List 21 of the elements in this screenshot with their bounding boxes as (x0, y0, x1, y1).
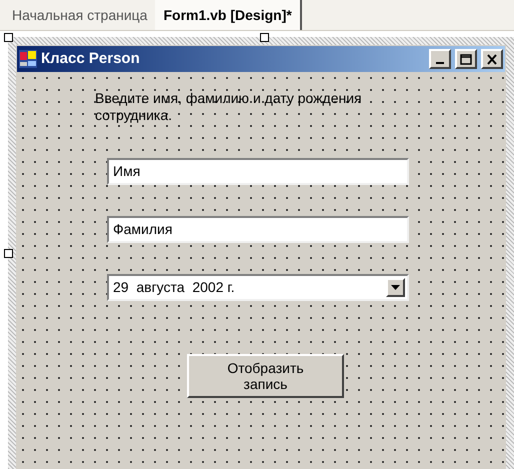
maximize-icon (460, 54, 472, 64)
text-field[interactable]: Имя (107, 158, 409, 185)
caret-icon (391, 285, 400, 290)
date-picker[interactable]: 29 августа 2002 г. (107, 274, 409, 301)
window-title: Класс Person (41, 48, 141, 69)
date-value: 29 августа 2002 г. (113, 278, 235, 297)
minimize-button[interactable] (429, 49, 451, 69)
maximize-button[interactable] (455, 49, 477, 69)
close-icon (486, 54, 498, 64)
close-button[interactable] (481, 49, 503, 69)
tab[interactable]: Form1.vb [Design]* (155, 0, 302, 30)
resize-handle (4, 249, 13, 258)
dropdown-button[interactable] (386, 278, 405, 297)
display-record-button[interactable]: Отобразить запись (187, 354, 344, 398)
resize-handle (4, 33, 13, 42)
app-icon (19, 50, 37, 68)
resize-handle (260, 33, 269, 42)
instruction-text: Введите имя, фамилию и дату рождения сотрудника. (95, 90, 363, 124)
minimize-icon (436, 62, 444, 64)
tab[interactable]: Начальная страница (4, 0, 156, 30)
text-field[interactable]: Фамилия (107, 216, 409, 243)
